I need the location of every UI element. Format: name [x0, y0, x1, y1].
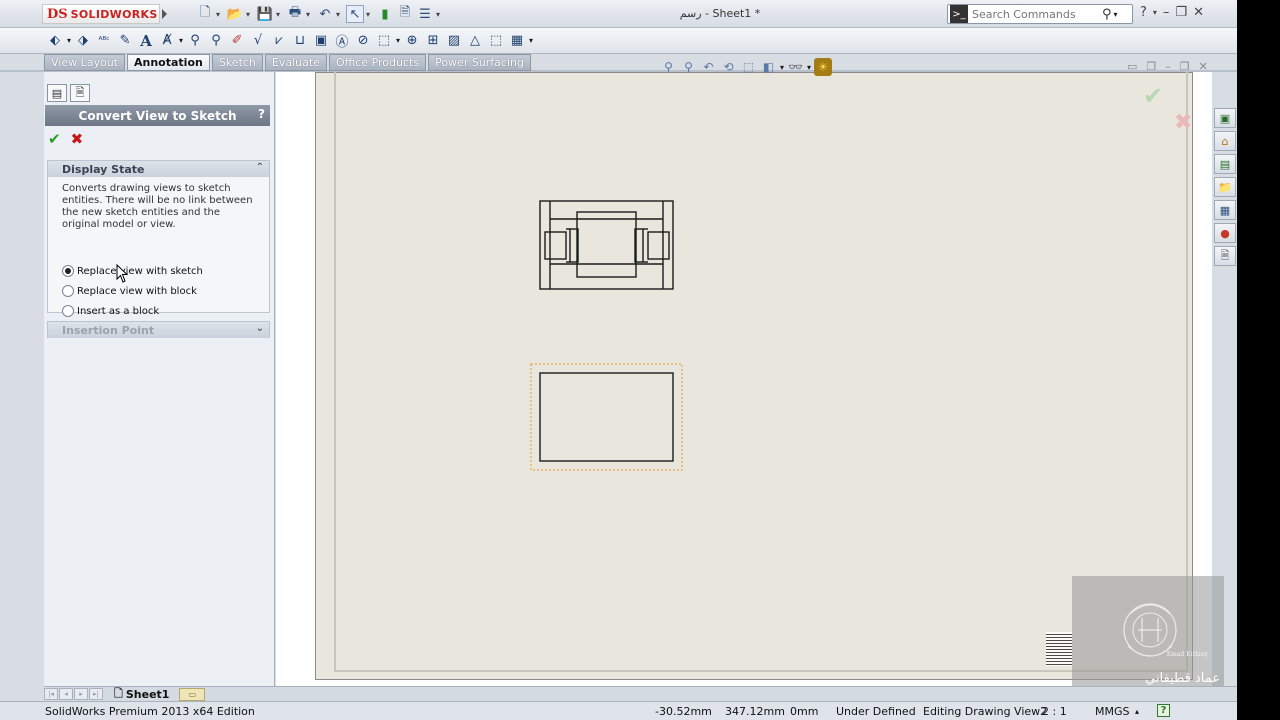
- edition-label: SolidWorks Premium 2013 x64 Edition: [45, 705, 255, 718]
- units-up-arrow-icon[interactable]: ▴: [1135, 707, 1139, 716]
- drawing-views: [530, 200, 683, 471]
- drawing-view-1[interactable]: [539, 200, 674, 290]
- sheet-tab-label: Sheet1: [125, 687, 170, 701]
- watermark-caption: Emad Kitfany: [1166, 651, 1208, 658]
- sketch-state: Under Defined: [836, 705, 916, 718]
- unit-system[interactable]: MMGS: [1095, 705, 1130, 718]
- watermark-name: عماد قطيفاني: [1145, 671, 1220, 686]
- selected-view-boundary[interactable]: [530, 363, 683, 471]
- editing-status: Editing Drawing View2: [923, 705, 1048, 718]
- x-coordinate: -30.52mm: [655, 705, 712, 718]
- sheet-scale[interactable]: 2 : 1: [1042, 705, 1067, 718]
- first-sheet-icon[interactable]: |◂: [44, 688, 58, 700]
- sheet-tab-bar: |◂ ◂ ▸ ▸| 🗋 Sheet1 ▭: [44, 686, 1237, 701]
- watermark-logo: Emad Kitfany عماد قطيفاني: [1072, 576, 1224, 690]
- help-icon[interactable]: ?: [1157, 704, 1170, 717]
- next-sheet-icon[interactable]: ▸: [74, 688, 88, 700]
- drawing-view-2[interactable]: [539, 372, 674, 462]
- previous-sheet-icon[interactable]: ◂: [59, 688, 73, 700]
- screen-border-right: [1237, 0, 1280, 720]
- z-coordinate: 0mm: [790, 705, 819, 718]
- title-block-corner: [1046, 632, 1072, 666]
- last-sheet-icon[interactable]: ▸|: [89, 688, 103, 700]
- add-sheet-icon[interactable]: ▭: [179, 687, 206, 701]
- status-bar: SolidWorks Premium 2013 x64 Edition -30.…: [0, 701, 1237, 720]
- y-coordinate: 347.12mm: [725, 705, 785, 718]
- solidworks-window: DS SOLIDWORKS 🗋 ▾ 📂 ▾ 💾 ▾ 🖶 ▾ ↶ ▾ ↖ ▾ ▮ 🗎 ☰ ▾ ر…: [0, 0, 1237, 720]
- mouse-cursor-icon: [116, 264, 129, 283]
